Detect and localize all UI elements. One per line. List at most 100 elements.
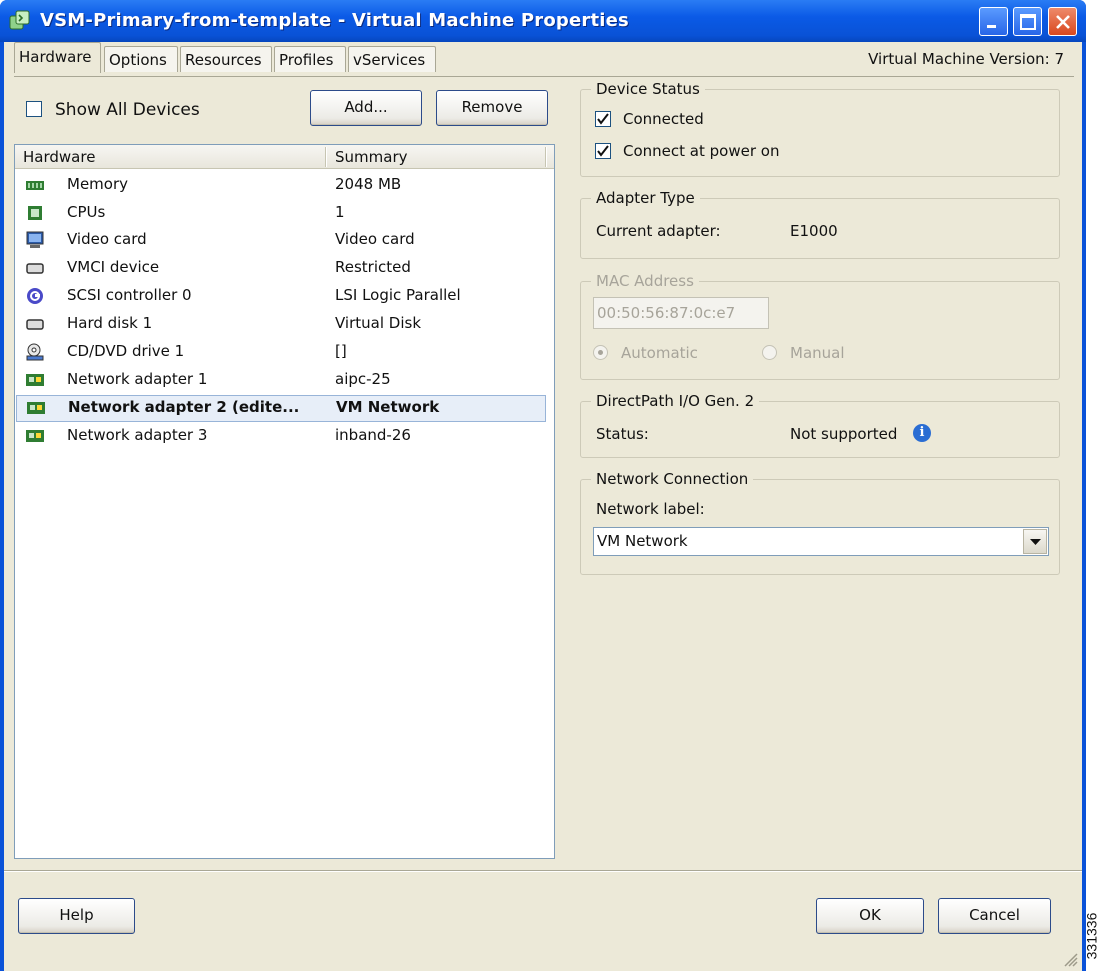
vm-version-label: Virtual Machine Version: 7: [868, 50, 1064, 68]
cdrom-icon: [26, 343, 44, 361]
minimize-icon: [987, 25, 996, 28]
column-separator[interactable]: [545, 147, 547, 167]
radio-selected-dot: [598, 350, 603, 355]
close-icon: [1056, 15, 1070, 29]
hardware-name: CD/DVD drive 1: [67, 342, 185, 360]
nic-icon: [27, 402, 45, 414]
chevron-down-icon: [1030, 539, 1041, 545]
adapter-type-group: Adapter Type Current adapter: E1000: [580, 189, 1060, 259]
tab-hardware[interactable]: Hardware: [14, 42, 101, 73]
info-icon[interactable]: i: [913, 424, 931, 442]
column-header-hardware[interactable]: Hardware: [23, 148, 95, 166]
hardware-summary: 1: [335, 203, 345, 221]
tab-vservices[interactable]: vServices: [348, 46, 436, 72]
automatic-label: Automatic: [621, 344, 698, 362]
hardware-row-hard-disk[interactable]: Hard disk 1 Virtual Disk: [15, 311, 554, 338]
hardware-name: Network adapter 1: [67, 370, 208, 388]
hardware-row-scsi-controller[interactable]: SCSI controller 0 LSI Logic Parallel: [15, 283, 554, 310]
device-status-group: Device Status Connected Connect at power…: [580, 80, 1060, 177]
vm-properties-window: VSM-Primary-from-template - Virtual Mach…: [0, 0, 1086, 971]
hardware-name: Network adapter 2 (edite...: [68, 398, 300, 416]
hardware-row-vmci-device[interactable]: VMCI device Restricted: [15, 255, 554, 282]
remove-button[interactable]: Remove: [436, 90, 548, 126]
show-all-devices-checkbox[interactable]: [26, 101, 42, 117]
status-label: Status:: [596, 425, 649, 443]
tab-divider: [14, 76, 1074, 77]
hardware-summary: inband-26: [335, 426, 411, 444]
maximize-button[interactable]: [1013, 7, 1042, 36]
hardware-summary: Video card: [335, 230, 415, 248]
cpu-icon: [28, 206, 42, 220]
current-adapter-value: E1000: [790, 222, 838, 240]
maximize-icon: [1020, 14, 1036, 30]
hardware-row-video-card[interactable]: Video card Video card: [15, 227, 554, 254]
hardware-name: Network adapter 3: [67, 426, 208, 444]
network-label-caption: Network label:: [596, 500, 705, 518]
column-separator[interactable]: [325, 147, 327, 167]
hardware-summary: VM Network: [336, 398, 440, 416]
hardware-summary: Restricted: [335, 258, 411, 276]
hardware-row-memory[interactable]: Memory 2048 MB: [15, 172, 554, 199]
network-label-value: VM Network: [597, 532, 688, 550]
adapter-type-title: Adapter Type: [591, 189, 700, 207]
directpath-title: DirectPath I/O Gen. 2: [591, 392, 760, 410]
add-button[interactable]: Add...: [310, 90, 422, 126]
hardware-summary: []: [335, 342, 347, 360]
hardware-summary: 2048 MB: [335, 175, 402, 193]
device-status-title: Device Status: [591, 80, 705, 98]
hardware-name: VMCI device: [67, 258, 160, 276]
memory-icon: [26, 181, 44, 190]
resize-grip-icon[interactable]: [1062, 951, 1078, 967]
directpath-group: DirectPath I/O Gen. 2 Status: Not suppor…: [580, 392, 1060, 458]
column-header-summary[interactable]: Summary: [335, 148, 408, 166]
footer-divider: [4, 870, 1082, 872]
minimize-button[interactable]: [979, 7, 1008, 36]
hardware-row-network-adapter-3[interactable]: Network adapter 3 inband-26: [15, 423, 554, 450]
mac-address-input[interactable]: 00:50:56:87:0c:e7: [593, 297, 769, 329]
hardware-name: Hard disk 1: [67, 314, 153, 332]
tab-options[interactable]: Options: [104, 46, 178, 72]
close-button[interactable]: [1048, 7, 1077, 36]
connected-label: Connected: [623, 110, 704, 128]
status-value: Not supported: [790, 425, 898, 443]
scsi-icon: [27, 288, 43, 304]
cancel-button[interactable]: Cancel: [938, 898, 1051, 934]
window-title: VSM-Primary-from-template - Virtual Mach…: [40, 10, 629, 31]
vm-properties-icon: [9, 10, 30, 30]
nic-icon: [26, 430, 44, 442]
automatic-radio[interactable]: [593, 345, 608, 360]
network-label-select[interactable]: VM Network: [593, 527, 1049, 556]
disk-icon: [26, 319, 44, 330]
hardware-name: SCSI controller 0: [67, 286, 192, 304]
dropdown-arrow-button[interactable]: [1023, 529, 1047, 554]
monitor-icon: [26, 231, 44, 248]
dialog-client-area: Hardware Options Resources Profiles vSer…: [4, 42, 1082, 971]
mac-address-group: MAC Address 00:50:56:87:0c:e7 Automatic …: [580, 272, 1060, 380]
help-button[interactable]: Help: [18, 898, 135, 934]
show-all-devices-label: Show All Devices: [55, 100, 200, 120]
hardware-list: Hardware Summary Memory 2048 MB CPUs 1 V…: [14, 144, 555, 859]
figure-id: 331336: [1083, 906, 1104, 966]
checkmark-icon: [597, 145, 609, 157]
ok-button[interactable]: OK: [816, 898, 924, 934]
connect-at-power-on-label: Connect at power on: [623, 142, 780, 160]
hardware-row-network-adapter-1[interactable]: Network adapter 1 aipc-25: [15, 367, 554, 394]
connected-checkbox[interactable]: [595, 111, 611, 127]
network-connection-group: Network Connection Network label: VM Net…: [580, 470, 1060, 575]
hardware-summary: LSI Logic Parallel: [335, 286, 461, 304]
figure-id-text: 331336: [1083, 912, 1100, 960]
hardware-row-network-adapter-2[interactable]: Network adapter 2 (edite... VM Network: [16, 395, 546, 422]
manual-radio[interactable]: [762, 345, 777, 360]
hardware-row-cpus[interactable]: CPUs 1: [15, 200, 554, 227]
checkmark-icon: [597, 113, 609, 125]
title-bar[interactable]: VSM-Primary-from-template - Virtual Mach…: [0, 0, 1086, 42]
hardware-name: CPUs: [67, 203, 106, 221]
connect-at-power-on-checkbox[interactable]: [595, 143, 611, 159]
tab-resources[interactable]: Resources: [180, 46, 272, 72]
hardware-row-cd-dvd-drive[interactable]: CD/DVD drive 1 []: [15, 339, 554, 366]
current-adapter-label: Current adapter:: [596, 222, 721, 240]
tab-profiles[interactable]: Profiles: [274, 46, 346, 72]
mac-address-title: MAC Address: [591, 272, 699, 290]
hardware-name: Video card: [67, 230, 147, 248]
network-connection-title: Network Connection: [591, 470, 754, 488]
